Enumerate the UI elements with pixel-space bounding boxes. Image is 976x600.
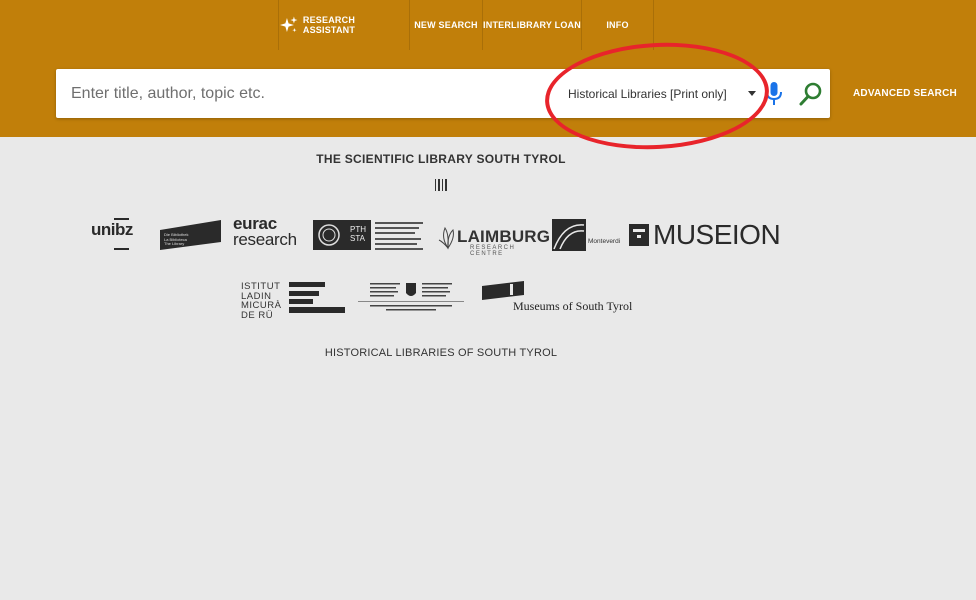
nav-research-assistant-label: RESEARCH ASSISTANT bbox=[302, 15, 356, 35]
laimburg-subtitle: RESEARCH CENTRE bbox=[470, 245, 516, 257]
sparkle-icon bbox=[279, 16, 298, 33]
museion-logo[interactable]: MUSEION bbox=[629, 219, 781, 251]
museums-text: Museums of South Tyrol bbox=[513, 299, 633, 313]
autonome-provinz-graphic bbox=[358, 283, 464, 311]
pthsta-logo[interactable]: PTH STA bbox=[313, 218, 425, 252]
eurac-line-2: research bbox=[233, 230, 297, 249]
museion-mark bbox=[629, 224, 649, 246]
leaf-icon bbox=[438, 226, 454, 250]
nav-info-label: INFO bbox=[606, 20, 629, 30]
nav-new-search[interactable]: NEW SEARCH bbox=[409, 0, 482, 50]
laimburg-title: LAIMBURG bbox=[457, 227, 551, 246]
advanced-search-link[interactable]: ADVANCED SEARCH bbox=[853, 88, 957, 99]
top-navigation: RESEARCH ASSISTANT NEW SEARCH INTERLIBRA… bbox=[278, 0, 654, 50]
unibz-mark-icon bbox=[114, 218, 129, 250]
monteverdi-mark bbox=[552, 219, 586, 251]
museums-mark bbox=[482, 281, 524, 300]
nav-new-search-label: NEW SEARCH bbox=[414, 20, 478, 30]
library-title: THE SCIENTIFIC LIBRARY SOUTH TYROL bbox=[316, 152, 566, 166]
museums-south-tyrol-logo[interactable]: Museums of South Tyrol bbox=[482, 281, 632, 315]
monteverdi-logo[interactable]: Monteverdi bbox=[552, 219, 621, 251]
nav-research-assistant[interactable]: RESEARCH ASSISTANT bbox=[278, 0, 409, 50]
barcode-icon bbox=[435, 179, 447, 191]
laimburg-logo[interactable]: LAIMBURG RESEARCH CENTRE bbox=[437, 220, 550, 257]
eurac-research-logo[interactable]: eurac research bbox=[233, 215, 297, 249]
museion-text: MUSEION bbox=[653, 219, 781, 250]
istitut-line-4: DE RÜ bbox=[241, 309, 274, 321]
library-bibliothek-text: Die Bibliothek La Biblioteca The Library bbox=[164, 232, 188, 247]
autonome-provinz-logo[interactable] bbox=[358, 281, 464, 315]
search-icon[interactable] bbox=[798, 80, 824, 108]
pthsta-shape bbox=[313, 220, 423, 250]
library-bibliothek-logo[interactable]: Die Bibliothek La Biblioteca The Library bbox=[160, 220, 221, 250]
header-bar: RESEARCH ASSISTANT NEW SEARCH INTERLIBRA… bbox=[0, 0, 976, 137]
nav-info[interactable]: INFO bbox=[581, 0, 654, 50]
istitut-ladin-logo[interactable]: ISTITUT LADIN MICURÀ DE RÜ bbox=[241, 282, 281, 320]
pthsta-text: PTH STA bbox=[350, 225, 366, 243]
bibl-line-3: The Library bbox=[164, 241, 185, 246]
nav-interlibrary-loan[interactable]: INTERLIBRARY LOAN bbox=[482, 0, 581, 50]
search-input[interactable] bbox=[71, 81, 531, 107]
istitut-bars-graphic bbox=[289, 282, 345, 313]
nav-interlibrary-loan-label: INTERLIBRARY LOAN bbox=[483, 20, 581, 30]
historical-libraries-label[interactable]: HISTORICAL LIBRARIES OF SOUTH TYROL bbox=[0, 347, 882, 359]
monteverdi-text: Monteverdi bbox=[588, 238, 621, 245]
